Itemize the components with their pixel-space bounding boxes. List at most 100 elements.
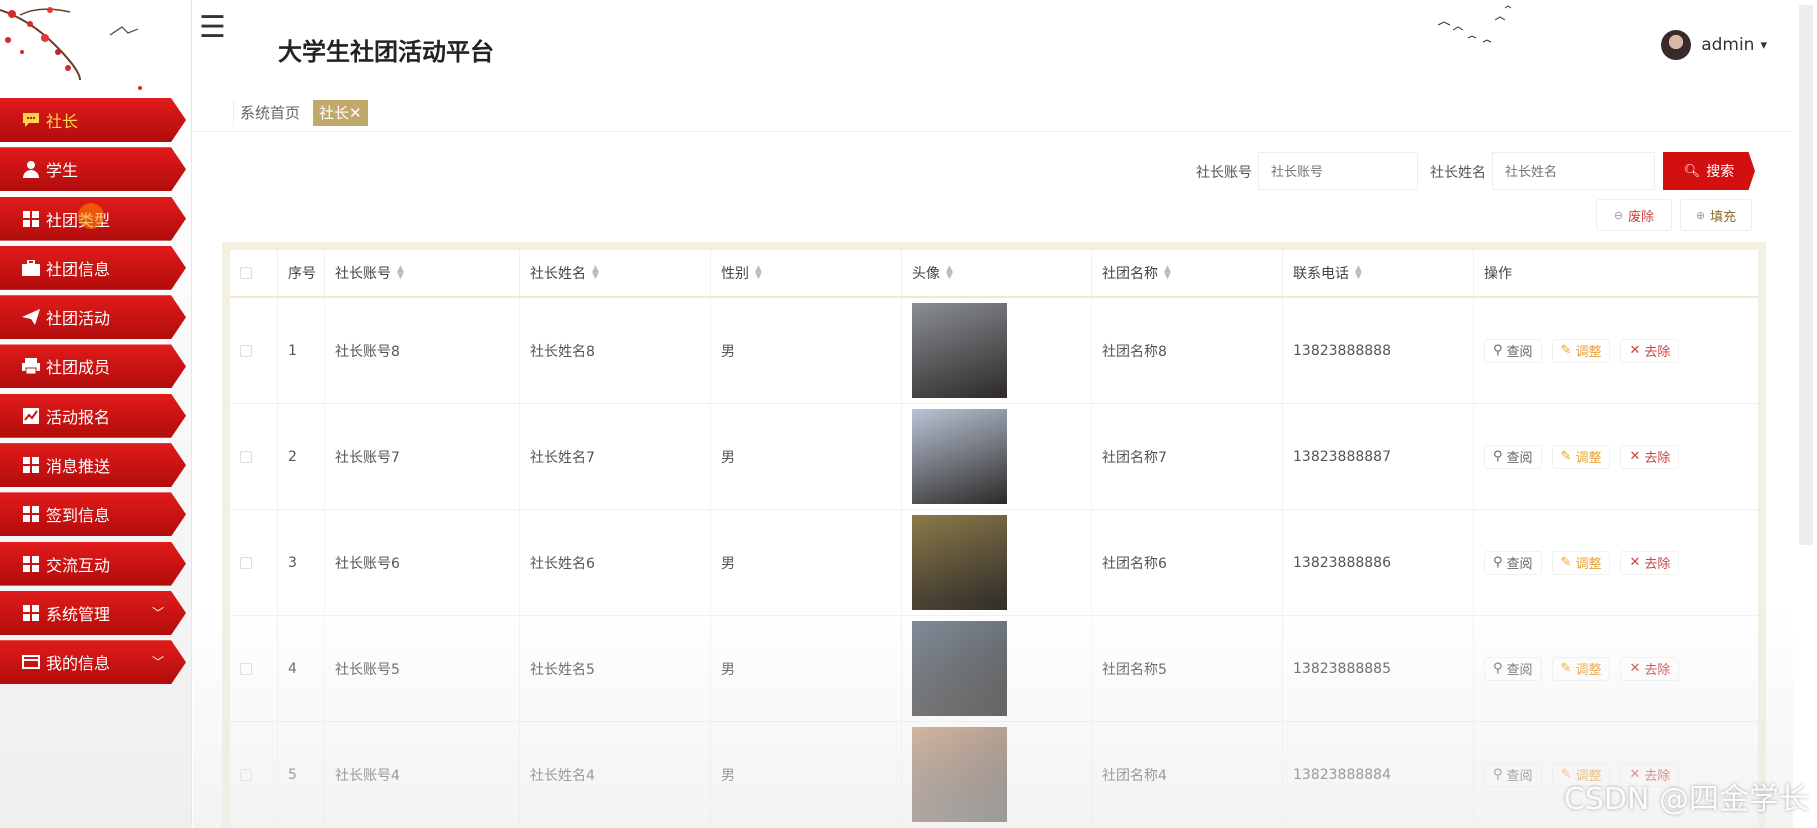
col-account[interactable]: 社长账号 ▲ ▼ — [325, 250, 520, 296]
sidebar-item-label: 交流互动 — [46, 555, 111, 575]
delete-row-button[interactable]: ✕ 去除 — [1620, 338, 1680, 363]
col-phone-label: 联系电话 — [1293, 266, 1349, 282]
tab-home[interactable]: 系统首页 — [233, 100, 306, 126]
cell-gender: 男 — [711, 722, 902, 827]
sidebar-item-club-member[interactable]: 社团成员 — [0, 344, 186, 389]
col-phone[interactable]: 联系电话 ▲ ▼ — [1283, 250, 1474, 296]
edit-button[interactable]: ✎ 调整 — [1551, 338, 1611, 363]
view-button[interactable]: ⚲ 查阅 — [1484, 550, 1542, 575]
table-row: 1 社长账号8 社长姓名8 男 社团名称8 13823888888 ⚲ 查阅 ✎ 调整 ✕ 去除 — [230, 298, 1758, 404]
watermark: CSDN @四金学长 — [1563, 782, 1809, 817]
view-button[interactable]: ⚲ 查阅 — [1484, 444, 1542, 469]
sidebar-item-message-push[interactable]: 消息推送 — [0, 443, 186, 488]
sidebar-item-my-info[interactable]: 我的信息 ﹀ — [0, 640, 186, 685]
avatar[interactable] — [912, 727, 1007, 822]
col-account-label: 社长账号 — [335, 266, 391, 282]
avatar[interactable] — [912, 621, 1007, 716]
row-checkbox[interactable] — [240, 556, 252, 569]
account-search-input[interactable] — [1258, 152, 1418, 190]
edit-icon: ✎ — [1560, 555, 1572, 570]
search-icon: ⚲ — [1493, 767, 1503, 782]
col-name[interactable]: 社长姓名 ▲ ▼ — [520, 250, 711, 296]
sidebar-item-interaction[interactable]: 交流互动 — [0, 541, 186, 586]
grid-icon — [22, 210, 40, 228]
edit-button[interactable]: ✎ 调整 — [1551, 444, 1611, 469]
cell-club: 社团名称8 — [1092, 298, 1283, 403]
sidebar-item-club-activity[interactable]: 社团活动 — [0, 295, 186, 340]
user-menu[interactable]: admin ▾ — [1661, 30, 1767, 60]
hamburger-icon[interactable]: ☰ — [199, 10, 226, 45]
username: admin — [1701, 35, 1755, 55]
row-checkbox[interactable] — [240, 450, 252, 463]
close-icon: ✕ — [1629, 343, 1641, 358]
sidebar-item-system-admin[interactable]: 系统管理 ﹀ — [0, 590, 186, 635]
account-search-label: 社长账号 — [1196, 165, 1252, 181]
sidebar-item-activity-signup[interactable]: 活动报名 — [0, 393, 186, 438]
cell-account: 社长账号6 — [325, 510, 520, 615]
table-row: 4 社长账号5 社长姓名5 男 社团名称5 13823888885 ⚲ 查阅 ✎ 调整 ✕ 去除 — [230, 616, 1758, 722]
avatar[interactable] — [912, 515, 1007, 610]
sidebar-item-student[interactable]: 学生 — [0, 147, 186, 192]
row-checkbox[interactable] — [240, 344, 252, 357]
sidebar-item-club-info[interactable]: 社团信息 — [0, 245, 186, 290]
scrollbar-track[interactable] — [1799, 5, 1813, 545]
row-checkbox-cell — [230, 510, 278, 615]
sidebar: 社长 学生 社团类型 社团信息 — [0, 0, 192, 828]
col-photo[interactable]: 头像 ▲ ▼ — [902, 250, 1092, 296]
delete-button[interactable]: ⊖ 废除 — [1596, 199, 1672, 231]
search-button[interactable]: 🔍︎ 搜索 — [1663, 152, 1755, 190]
cell-account: 社长账号8 — [325, 298, 520, 403]
search-icon: ⚲ — [1493, 555, 1503, 570]
cell-actions: ⚲ 查阅 ✎ 调整 ✕ 去除 — [1474, 404, 1758, 509]
view-button[interactable]: ⚲ 查阅 — [1484, 656, 1542, 681]
avatar[interactable] — [912, 303, 1007, 398]
delete-row-button[interactable]: ✕ 去除 — [1620, 444, 1680, 469]
sort-icon: ▲ ▼ — [755, 264, 762, 281]
sort-icon: ▲ ▼ — [397, 264, 404, 281]
cell-photo — [902, 616, 1092, 721]
sort-icon: ▲ ▼ — [1164, 264, 1171, 281]
printer-icon — [22, 357, 40, 375]
sidebar-item-label: 社团活动 — [46, 309, 111, 329]
president-table: 序号 社长账号 ▲ ▼ 社长姓名 ▲ ▼ 性别 ▲ ▼ 头像 ▲ ▼ 社团名称 ▲ ▼ 联系电话 ▲ ▼… — [222, 242, 1766, 828]
tab-president[interactable]: 社长✕ — [313, 100, 368, 126]
card-icon — [22, 653, 40, 671]
view-button[interactable]: ⚲ 查阅 — [1484, 762, 1542, 787]
caret-down-icon: ▾ — [1760, 37, 1767, 53]
avatar[interactable] — [912, 409, 1007, 504]
cell-index: 4 — [278, 616, 325, 721]
row-checkbox-cell — [230, 616, 278, 721]
cell-phone: 13823888886 — [1283, 510, 1474, 615]
add-button[interactable]: ⊕ 填充 — [1680, 199, 1752, 231]
cell-gender: 男 — [711, 510, 902, 615]
cell-index: 1 — [278, 298, 325, 403]
edit-button[interactable]: ✎ 调整 — [1551, 550, 1611, 575]
sidebar-item-label: 活动报名 — [46, 407, 111, 427]
view-button[interactable]: ⚲ 查阅 — [1484, 338, 1542, 363]
cell-gender: 男 — [711, 404, 902, 509]
col-club[interactable]: 社团名称 ▲ ▼ — [1092, 250, 1283, 296]
cell-index: 2 — [278, 404, 325, 509]
sidebar-item-label: 签到信息 — [46, 506, 111, 526]
name-search-input[interactable] — [1492, 152, 1655, 190]
row-checkbox[interactable] — [240, 662, 252, 675]
edit-label: 调整 — [1575, 451, 1602, 466]
sidebar-item-checkin[interactable]: 签到信息 — [0, 492, 186, 537]
select-all-checkbox[interactable] — [240, 267, 252, 279]
row-checkbox[interactable] — [240, 768, 252, 781]
col-club-label: 社团名称 — [1102, 266, 1158, 282]
briefcase-icon — [22, 259, 40, 277]
sidebar-item-president[interactable]: 社长 — [0, 98, 186, 142]
edit-icon: ✎ — [1560, 449, 1572, 464]
chart-icon — [22, 407, 40, 425]
cell-club: 社团名称4 — [1092, 722, 1283, 827]
delete-row-button[interactable]: ✕ 去除 — [1620, 550, 1680, 575]
grid-icon — [22, 604, 40, 622]
col-gender[interactable]: 性别 ▲ ▼ — [711, 250, 902, 296]
grid-icon — [22, 555, 40, 573]
edit-button[interactable]: ✎ 调整 — [1551, 656, 1611, 681]
add-icon: ⊕ — [1695, 208, 1706, 222]
sidebar-item-label: 系统管理 — [46, 604, 111, 624]
table-header: 序号 社长账号 ▲ ▼ 社长姓名 ▲ ▼ 性别 ▲ ▼ 头像 ▲ ▼ 社团名称 ▲ ▼ 联系电话 ▲ ▼… — [230, 250, 1758, 298]
delete-row-button[interactable]: ✕ 去除 — [1620, 656, 1680, 681]
